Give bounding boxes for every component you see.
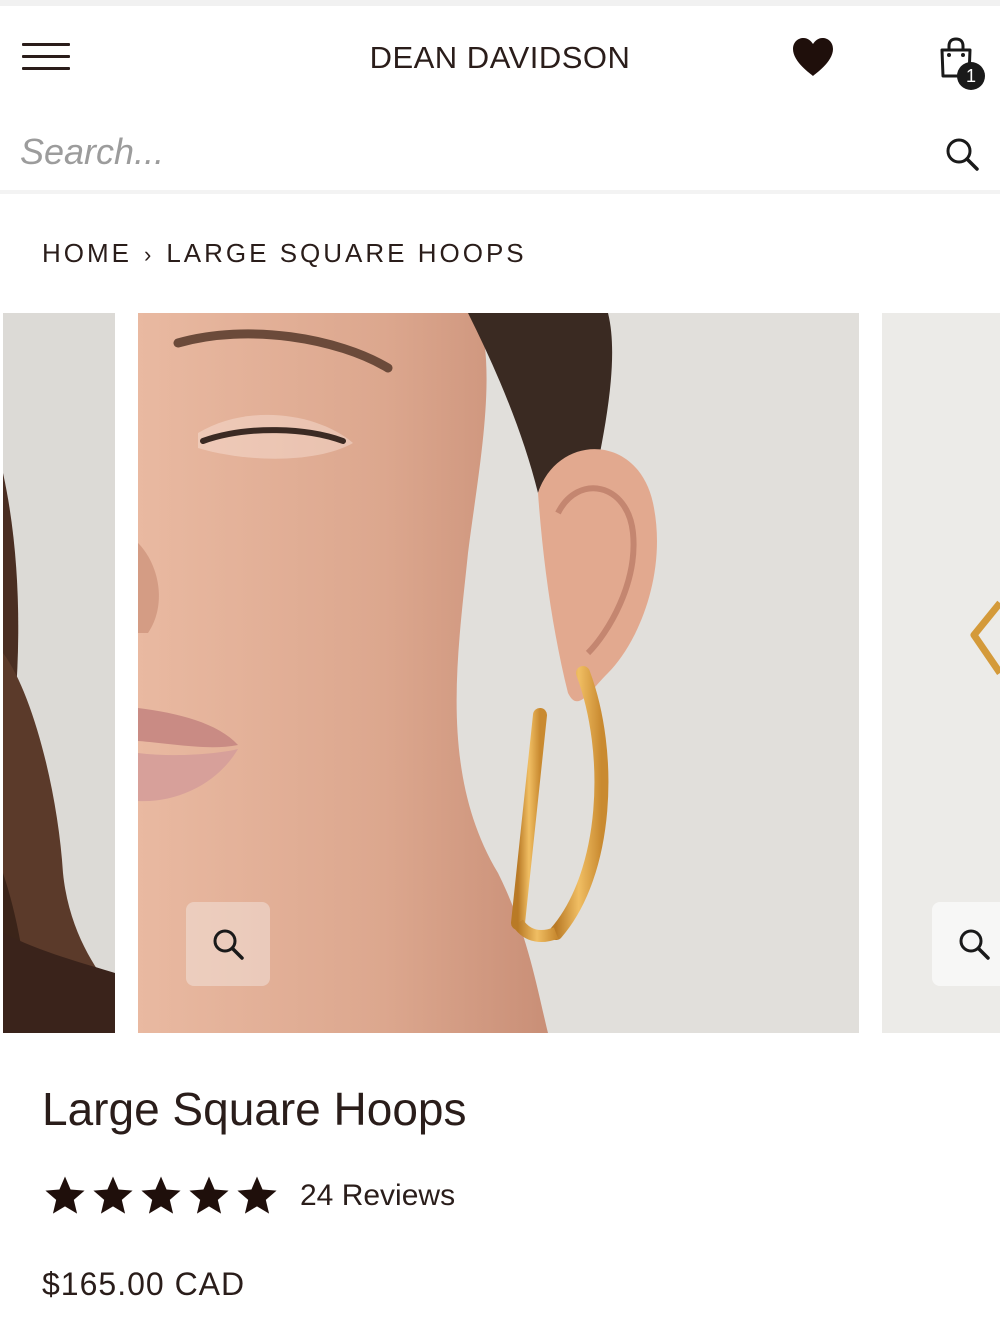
star-icon	[189, 1176, 229, 1214]
product-rating[interactable]: 24 Reviews	[42, 1172, 455, 1220]
star-icon	[45, 1176, 85, 1214]
site-header: DEAN DAVIDSON 1	[0, 6, 1000, 106]
product-image-gallery[interactable]	[0, 313, 1000, 1033]
breadcrumb: HOME › LARGE SQUARE HOOPS	[42, 238, 527, 269]
reviews-count-link[interactable]: 24 Reviews	[300, 1179, 455, 1213]
breadcrumb-current: LARGE SQUARE HOOPS	[166, 238, 527, 268]
gallery-slide-previous[interactable]	[3, 313, 115, 1033]
magnifier-icon	[213, 929, 244, 960]
search-bar	[0, 112, 1000, 194]
star-rating	[42, 1173, 280, 1219]
cart-count-badge: 1	[957, 62, 985, 90]
hamburger-menu-icon[interactable]	[22, 40, 70, 74]
gallery-slide-next[interactable]	[882, 313, 1000, 1033]
star-icon	[93, 1176, 133, 1214]
search-icon[interactable]	[940, 132, 984, 176]
product-title: Large Square Hoops	[42, 1083, 467, 1135]
zoom-button-main[interactable]	[186, 902, 270, 986]
breadcrumb-home-link[interactable]: HOME	[42, 238, 132, 268]
magnifier-icon	[959, 929, 990, 960]
breadcrumb-separator: ›	[144, 242, 155, 267]
wishlist-heart-icon[interactable]	[790, 36, 836, 78]
gallery-slide-main[interactable]	[138, 313, 859, 1033]
brand-logo[interactable]: DEAN DAVIDSON	[300, 40, 700, 76]
star-icon	[141, 1176, 181, 1214]
zoom-button-next[interactable]	[932, 902, 1000, 986]
product-price: $165.00 CAD	[42, 1266, 246, 1302]
cart-bag-icon[interactable]: 1	[932, 36, 988, 92]
star-icon	[237, 1176, 277, 1214]
search-input[interactable]	[20, 122, 880, 182]
